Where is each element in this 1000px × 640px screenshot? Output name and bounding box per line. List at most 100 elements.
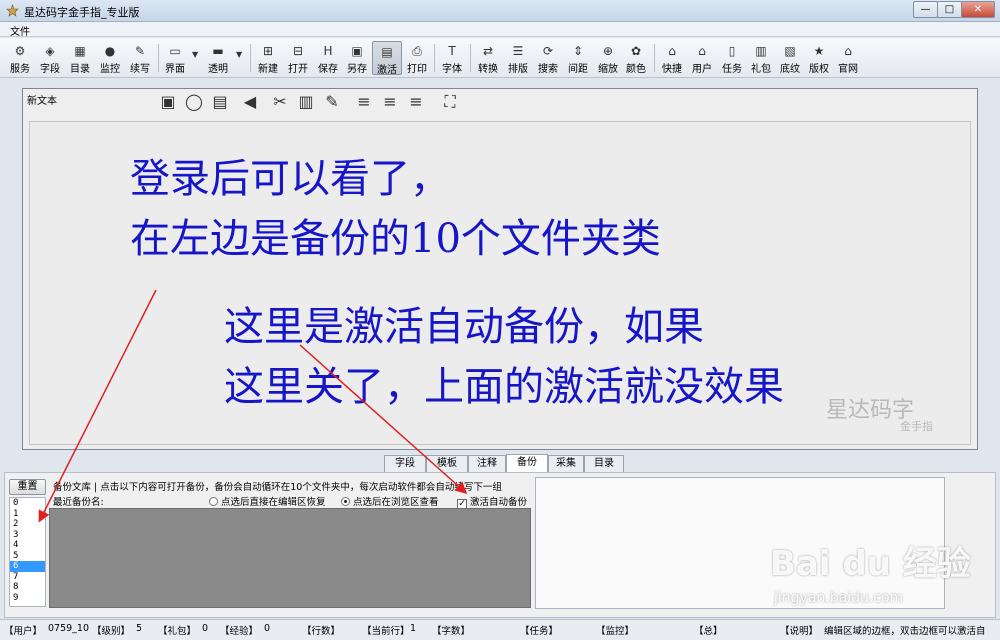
toolbar-button-print[interactable]: ⎙ 打印 [404,41,430,75]
list-item[interactable]: 0 [10,498,45,509]
radio-selected-icon[interactable] [341,497,350,506]
toolbar-button-gift[interactable]: ▥ 礼包 [747,41,775,75]
monitor-icon: ● [104,44,116,58]
list-item[interactable]: 1 [10,509,45,520]
toolbar-button-label: 新建 [258,64,278,75]
list-item[interactable]: 5 [10,551,45,562]
toolbar-button-copyright[interactable]: ★ 版权 [805,41,833,75]
toolbar-separator [470,44,471,72]
cut-icon[interactable]: ✂ [269,91,291,113]
toolbar-button-label: 打开 [288,64,308,75]
align-center-icon[interactable]: ≡ [379,91,401,113]
website-icon: ⌂ [844,44,852,58]
menu-file[interactable]: 文件 [10,23,30,38]
toolbar-button-user[interactable]: ⌂ 用户 [688,41,716,75]
baidu-watermark: Bai du 经验 [770,544,971,584]
copy-icon[interactable]: ▥ [295,91,317,113]
list-item[interactable]: 2 [10,519,45,530]
tab-catalog[interactable]: 目录 [584,455,624,472]
list-item[interactable]: 8 [10,582,45,593]
toolbar-button-label: 界面 [165,64,185,75]
auto-backup-checkbox[interactable]: ✓ 激活自动备份 [457,494,527,509]
toolbar-button-transparent[interactable]: ▬ 透明 [204,41,232,75]
restore-option[interactable]: 点选后直接在编辑区恢复 [209,494,326,508]
toolbar-button-label: 打印 [407,64,427,75]
toolbar-button-zoom[interactable]: ⊕ 缩放 [594,41,622,75]
save-icon[interactable]: ▣ [157,91,179,113]
auto-backup-label: 激活自动备份 [470,497,528,508]
toolbar-separator [250,44,251,72]
paste-icon[interactable]: ✎ [321,91,343,113]
toolbar-button-catalog[interactable]: ▦ 目录 [66,41,94,75]
tab-collect[interactable]: 采集 [548,455,584,472]
toolbar-button-label: 监控 [100,64,120,75]
tab-template[interactable]: 模板 [426,455,468,472]
toolbar-button-search[interactable]: ⟳ 搜索 [534,41,562,75]
window-title: 星达码字金手指_专业版 [24,6,140,19]
align-right-icon[interactable]: ≡ [405,91,427,113]
toolbar-button-open[interactable]: ⊟ 打开 [284,41,312,75]
preview-option[interactable]: 点选后在浏览区查看 [341,494,439,508]
align-left-icon[interactable]: ≡ [353,91,375,113]
interface-dropdown-icon[interactable]: ▼ [192,50,198,59]
toolbar-button-spacing[interactable]: ⇕ 间距 [564,41,592,75]
radio-icon[interactable] [209,497,218,506]
save-as-icon: ▣ [351,44,363,58]
tab-backup[interactable]: 备份 [506,454,548,472]
activate-icon: ▤ [381,45,393,59]
recent-backup-list[interactable] [49,508,531,608]
transparent-dropdown-icon[interactable]: ▼ [236,50,242,59]
toolbar-button-task[interactable]: ▯ 任务 [718,41,746,75]
document-tab[interactable]: 新文本 [27,92,57,107]
backup-folder-list[interactable]: 0 1 2 3 4 5 6 7 8 9 [9,497,46,607]
reset-button[interactable]: 重置 [9,479,46,495]
tab-field[interactable]: 字段 [384,455,426,472]
lightbulb-icon[interactable]: ◯ [183,91,205,113]
toolbar-button-service[interactable]: ⚙ 服务 [6,41,34,75]
editor-text-area[interactable]: 登录后可以看了， 在左边是备份的10个文件夹类 这里是激活自动备份，如果 这里关… [29,121,971,445]
close-button[interactable]: ✕ [961,1,995,18]
toolbar-button-label: 搜索 [538,64,558,75]
status-level-value: 5 [136,623,143,634]
document-icon[interactable]: ▤ [209,91,231,113]
task-icon: ▯ [728,44,736,58]
toolbar-button-new[interactable]: ⊞ 新建 [254,41,282,75]
toolbar-button-font[interactable]: T 字体 [438,41,466,75]
toolbar-button-monitor[interactable]: ● 监控 [96,41,124,75]
list-item-selected[interactable]: 6 [10,561,45,572]
status-gift-label: 【礼包】 [158,626,197,637]
toolbar-button-website[interactable]: ⌂ 官网 [834,41,862,75]
maximize-button[interactable]: □ [937,1,962,18]
list-item[interactable]: 3 [10,530,45,541]
editor-watermark-sub: 金手指 [900,420,933,433]
toolbar-button-shortcut[interactable]: ⌂ 快捷 [658,41,686,75]
toolbar-button-label: 字体 [442,64,462,75]
toolbar-button-save[interactable]: H 保存 [314,41,342,75]
color-icon: ✿ [630,44,642,58]
toolbar-button-layout[interactable]: ☰ 排版 [504,41,532,75]
toolbar-button-field[interactable]: ◈ 字段 [36,41,64,75]
toolbar-button-label: 版权 [809,64,829,75]
toolbar-button-continue[interactable]: ✎ 续写 [126,41,154,75]
toolbar-button-convert[interactable]: ⇄ 转换 [474,41,502,75]
editor-line: 在左边是备份的10个文件夹类 [130,216,661,262]
toolbar-button-color[interactable]: ✿ 颜色 [622,41,650,75]
toolbar-button-label: 转换 [478,64,498,75]
list-item[interactable]: 9 [10,593,45,604]
toolbar-button-shading[interactable]: ▧ 底纹 [776,41,804,75]
back-arrow-icon[interactable]: ◀ [239,91,261,113]
toolbar-button-activate[interactable]: ▤ 激活 [372,41,402,76]
toolbar-button-label: 续写 [130,64,150,75]
list-item[interactable]: 4 [10,540,45,551]
copyright-icon: ★ [813,44,825,58]
minimize-button[interactable]: — [913,1,938,18]
fullscreen-icon[interactable]: ⛶ [439,91,461,113]
list-item[interactable]: 7 [10,572,45,583]
toolbar-button-label: 礼包 [751,64,771,75]
toolbar-button-label: 快捷 [662,64,682,75]
toolbar-button-interface[interactable]: ▭ 界面 [162,41,188,75]
font-icon: T [448,44,456,58]
toolbar-button-save-as[interactable]: ▣ 另存 [343,41,371,75]
status-chars-label: 【字数】 [432,626,471,637]
tab-annotation[interactable]: 注释 [468,455,506,472]
